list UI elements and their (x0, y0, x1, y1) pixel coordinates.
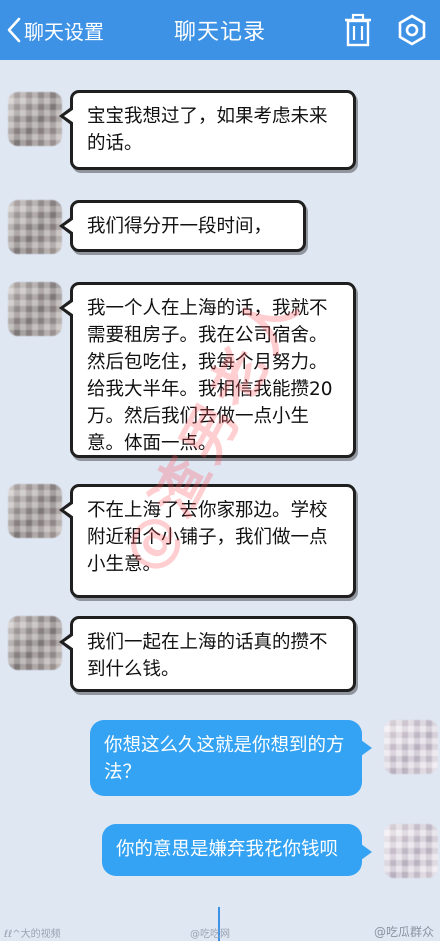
message-text: 你的意思是嫌弃我花你钱呗 (116, 839, 339, 860)
outgoing-message[interactable]: 你想这么久这就是你想到的方法？ (90, 720, 372, 796)
message-text: 宝宝我想过了，如果考虑未来的话。 (87, 106, 328, 154)
footer-right-credit: @吃瓜群众 (373, 925, 434, 939)
message-text: 你想这么久这就是你想到的方法？ (104, 735, 345, 783)
incoming-message[interactable]: 宝宝我想过了，如果考虑未来的话。 (59, 90, 356, 170)
user-avatar[interactable] (384, 720, 438, 774)
message-text: 我们一起在上海的话真的攒不到什么钱。 (87, 632, 328, 680)
contact-avatar[interactable] (8, 200, 62, 254)
top-bar: 聊天设置 聊天记录 (0, 0, 440, 60)
incoming-message[interactable]: 我们一起在上海的话真的攒不到什么钱。 (59, 616, 356, 692)
message-text: 我们得分开一段时间， (87, 216, 273, 237)
contact-avatar[interactable] (8, 616, 62, 670)
footer-middle-credit: @吃吃网 (190, 929, 230, 940)
delete-button[interactable] (342, 13, 374, 47)
outgoing-message[interactable]: 你的意思是嫌弃我花你钱呗 (102, 824, 372, 876)
contact-avatar[interactable] (8, 484, 62, 538)
page-title: 聊天记录 (173, 20, 266, 45)
trash-icon (345, 13, 371, 47)
user-avatar[interactable] (384, 824, 438, 878)
footer-credits: ℓℓ^大的视频 @吃吃网 @吃瓜群众 (0, 901, 440, 941)
chat-area[interactable]: 宝宝我想过了，如果考虑未来的话。 我们得分开一段时间， 我一个人在上海的话，我就… (0, 60, 440, 901)
contact-avatar[interactable] (8, 282, 62, 336)
contact-avatar[interactable] (8, 92, 62, 146)
settings-button[interactable] (396, 13, 428, 47)
footer-left-credit: ℓℓ^大的视频 (4, 929, 61, 940)
gear-icon (398, 14, 426, 46)
